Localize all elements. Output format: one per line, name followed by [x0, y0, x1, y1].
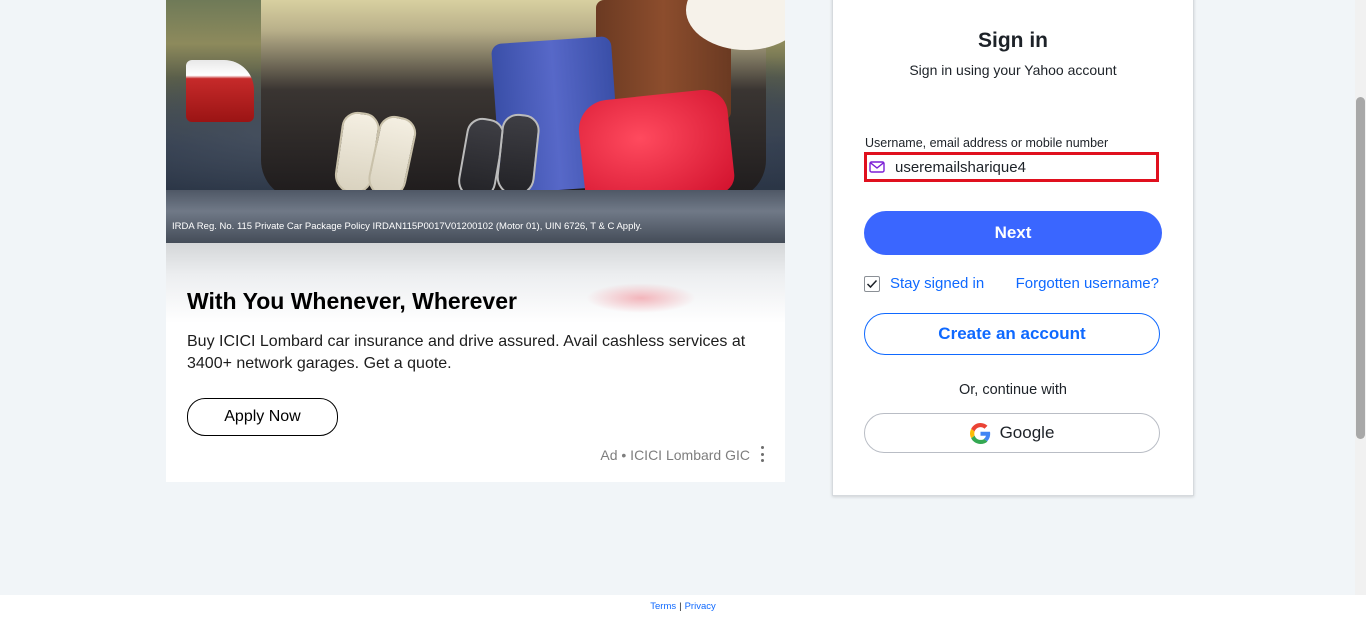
google-button-label[interactable]: Google [1000, 423, 1055, 443]
mail-icon [869, 161, 885, 173]
ad-source-label: Ad • ICICI Lombard GIC [600, 447, 750, 463]
next-button[interactable]: Next [864, 211, 1162, 255]
scrollbar-thumb[interactable] [1356, 97, 1365, 439]
ad-image[interactable]: IRDA Reg. No. 115 Private Car Package Po… [166, 0, 785, 243]
terms-link[interactable]: Terms [650, 601, 676, 612]
google-signin-button[interactable]: Google [864, 413, 1160, 453]
or-continue-with-text: Or, continue with [959, 382, 1067, 398]
apply-now-button[interactable]: Apply Now [187, 398, 338, 436]
bumper-graphic [166, 190, 785, 243]
kebab-icon[interactable] [759, 446, 765, 462]
page-title: Sign in [978, 29, 1048, 52]
taillight-graphic [186, 60, 254, 122]
username-field[interactable] [864, 152, 1159, 182]
signin-card: Sign in Sign in using your Yahoo account… [832, 0, 1194, 496]
google-icon [969, 422, 990, 444]
stay-signed-in-label[interactable]: Stay signed in [890, 275, 984, 292]
ad-body-text: Buy ICICI Lombard car insurance and driv… [187, 333, 746, 372]
ad-headline: With You Whenever, Wherever [187, 288, 517, 314]
create-account-button[interactable]: Create an account [864, 313, 1160, 355]
footer-separator: | [679, 601, 682, 612]
footer: Terms | Privacy [0, 595, 1366, 618]
checkmark-icon [866, 279, 878, 288]
stay-signed-in-checkbox[interactable] [864, 275, 880, 292]
signin-subtitle: Sign in using your Yahoo account [909, 62, 1117, 78]
username-input[interactable] [895, 158, 1135, 176]
ad-card[interactable]: IRDA Reg. No. 115 Private Car Package Po… [166, 0, 785, 482]
scrollbar[interactable] [1355, 0, 1366, 595]
privacy-link[interactable]: Privacy [685, 601, 716, 612]
ad-disclaimer: IRDA Reg. No. 115 Private Car Package Po… [172, 221, 643, 232]
forgot-username-link[interactable]: Forgotten username? [1016, 275, 1159, 292]
username-label: Username, email address or mobile number [865, 136, 1109, 150]
stay-signed-in-row[interactable]: Stay signed in [864, 275, 984, 292]
